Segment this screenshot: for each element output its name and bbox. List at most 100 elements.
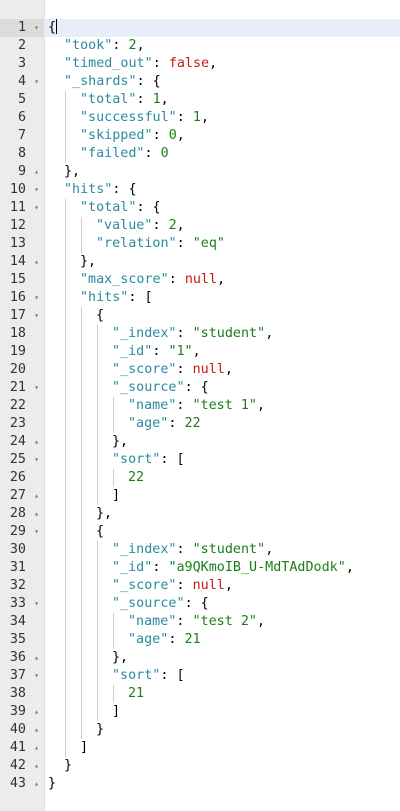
fold-close-icon[interactable]: ▴ <box>32 163 41 181</box>
code-content[interactable]: "age": 21 <box>128 631 201 649</box>
code-content[interactable]: ] <box>112 487 120 505</box>
code-content[interactable]: "age": 22 <box>128 415 201 433</box>
fold-open-icon[interactable]: ▾ <box>32 451 41 469</box>
code-content[interactable]: "total": 1, <box>80 91 169 109</box>
fold-open-icon[interactable]: ▾ <box>32 199 41 217</box>
code-content[interactable]: "_id": "a9QKmoIB_U-MdTAdDodk", <box>112 559 354 577</box>
fold-close-icon[interactable]: ▴ <box>32 739 41 757</box>
code-line[interactable]: 36 ▴}, <box>0 649 400 667</box>
code-content[interactable]: "hits": [ <box>80 289 153 307</box>
code-content[interactable]: "hits": { <box>64 181 137 199</box>
fold-close-icon[interactable]: ▴ <box>32 253 41 271</box>
code-content[interactable]: "sort": [ <box>112 667 185 685</box>
code-content[interactable]: "_shards": { <box>64 73 161 91</box>
code-content[interactable]: "failed": 0 <box>80 145 169 163</box>
fold-close-icon[interactable]: ▴ <box>32 703 41 721</box>
code-line[interactable]: 28 ▴}, <box>0 505 400 523</box>
code-line[interactable]: 3 "timed_out": false, <box>0 55 400 73</box>
code-line[interactable]: 21 ▾ "_source": { <box>0 379 400 397</box>
fold-close-icon[interactable]: ▴ <box>32 757 41 775</box>
code-content[interactable]: "took": 2, <box>64 37 145 55</box>
code-content[interactable]: "relation": "eq" <box>96 235 225 253</box>
fold-close-icon[interactable]: ▴ <box>32 721 41 739</box>
code-content[interactable]: }, <box>96 505 112 523</box>
code-line[interactable]: 29 ▾ { <box>0 523 400 541</box>
code-content[interactable]: } <box>48 775 56 793</box>
code-content[interactable]: } <box>64 757 72 775</box>
code-content[interactable]: }, <box>80 253 96 271</box>
code-line[interactable]: 39 ▴] <box>0 703 400 721</box>
code-content[interactable]: "_index": "student", <box>112 541 273 559</box>
fold-close-icon[interactable]: ▴ <box>32 775 41 793</box>
code-line[interactable]: 15 "max_score": null, <box>0 271 400 289</box>
code-line[interactable]: 6 "successful": 1, <box>0 109 400 127</box>
code-content[interactable]: }, <box>64 163 80 181</box>
code-line[interactable]: 19 "_id": "1", <box>0 343 400 361</box>
code-content[interactable]: "successful": 1, <box>80 109 209 127</box>
code-line[interactable]: 26 22 <box>0 469 400 487</box>
fold-open-icon[interactable]: ▾ <box>32 181 41 199</box>
code-line[interactable]: 30 "_index": "student", <box>0 541 400 559</box>
fold-open-icon[interactable]: ▾ <box>32 523 41 541</box>
json-response-editor[interactable]: 1 ▾{2 "took": 2, 3 "timed_out": false, 4 ▾ "_sh… <box>0 0 400 811</box>
code-line[interactable]: 18 "_index": "student", <box>0 325 400 343</box>
code-line[interactable]: 35 "age": 21 <box>0 631 400 649</box>
code-line[interactable]: 24 ▴}, <box>0 433 400 451</box>
code-content[interactable]: "sort": [ <box>112 451 185 469</box>
code-content[interactable]: 22 <box>128 469 144 487</box>
code-content[interactable]: { <box>96 523 104 541</box>
code-content[interactable]: "_source": { <box>112 379 209 397</box>
code-line[interactable]: 32 "_score": null, <box>0 577 400 595</box>
code-content[interactable]: ] <box>80 739 88 757</box>
code-line[interactable]: 27 ▴] <box>0 487 400 505</box>
code-content[interactable]: } <box>96 721 104 739</box>
code-line[interactable]: 13 "relation": "eq" <box>0 235 400 253</box>
fold-open-icon[interactable]: ▾ <box>32 307 41 325</box>
code-line[interactable]: 40 ▴} <box>0 721 400 739</box>
code-line[interactable]: 16 ▾ "hits": [ <box>0 289 400 307</box>
code-content[interactable]: "name": "test 1", <box>128 397 265 415</box>
code-content[interactable]: "name": "test 2", <box>128 613 265 631</box>
code-line[interactable]: 43 ▴} <box>0 775 400 793</box>
code-line[interactable]: 22 "name": "test 1", <box>0 397 400 415</box>
fold-open-icon[interactable]: ▾ <box>32 379 41 397</box>
code-content[interactable]: { <box>96 307 104 325</box>
code-content[interactable]: "_score": null, <box>112 577 233 595</box>
code-line[interactable]: 7 "skipped": 0, <box>0 127 400 145</box>
code-line[interactable]: 33 ▾ "_source": { <box>0 595 400 613</box>
fold-open-icon[interactable]: ▾ <box>32 595 41 613</box>
code-line[interactable]: 25 ▾ "sort": [ <box>0 451 400 469</box>
code-line[interactable]: 20 "_score": null, <box>0 361 400 379</box>
code-content[interactable]: "max_score": null, <box>80 271 225 289</box>
code-line[interactable]: 42 ▴} <box>0 757 400 775</box>
code-content[interactable]: "total": { <box>80 199 161 217</box>
code-line[interactable]: 2 "took": 2, <box>0 37 400 55</box>
fold-close-icon[interactable]: ▴ <box>32 487 41 505</box>
code-line[interactable]: 41 ▴] <box>0 739 400 757</box>
code-content[interactable]: "timed_out": false, <box>64 55 217 73</box>
code-line[interactable]: 23 "age": 22 <box>0 415 400 433</box>
code-line[interactable]: 37 ▾ "sort": [ <box>0 667 400 685</box>
code-content[interactable]: "_source": { <box>112 595 209 613</box>
code-content[interactable]: "_id": "1", <box>112 343 201 361</box>
code-content[interactable]: ] <box>112 703 120 721</box>
code-line[interactable]: 9 ▴}, <box>0 163 400 181</box>
code-content[interactable]: "_index": "student", <box>112 325 273 343</box>
code-line[interactable]: 4 ▾ "_shards": { <box>0 73 400 91</box>
fold-open-icon[interactable]: ▾ <box>32 289 41 307</box>
code-content[interactable]: "value": 2, <box>96 217 185 235</box>
fold-open-icon[interactable]: ▾ <box>32 73 41 91</box>
code-content[interactable]: "_score": null, <box>112 361 233 379</box>
code-content[interactable]: }, <box>112 433 128 451</box>
fold-close-icon[interactable]: ▴ <box>32 649 41 667</box>
fold-open-icon[interactable]: ▾ <box>32 19 41 37</box>
fold-close-icon[interactable]: ▴ <box>32 505 41 523</box>
code-content[interactable]: 21 <box>128 685 144 703</box>
code-line[interactable]: 34 "name": "test 2", <box>0 613 400 631</box>
fold-close-icon[interactable]: ▴ <box>32 433 41 451</box>
code-line[interactable]: 1 ▾{ <box>0 19 400 37</box>
code-line[interactable]: 12 "value": 2, <box>0 217 400 235</box>
code-line[interactable]: 14 ▴}, <box>0 253 400 271</box>
code-line[interactable]: 10 ▾ "hits": { <box>0 181 400 199</box>
code-line[interactable]: 11 ▾ "total": { <box>0 199 400 217</box>
